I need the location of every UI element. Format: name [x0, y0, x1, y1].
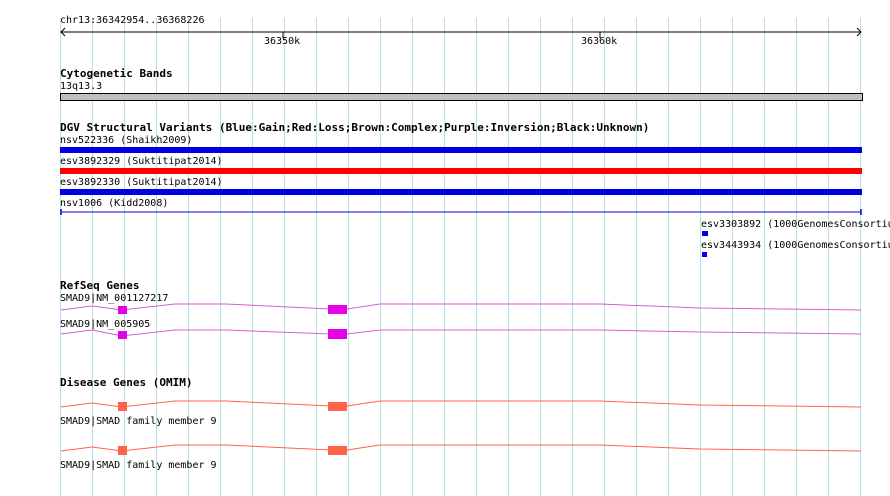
omim-gene-label: SMAD9|SMAD family member 9 [60, 416, 217, 427]
variant-label: nsv522336 (Shaikh2009) [60, 135, 193, 146]
refseq-title: RefSeq Genes [60, 279, 140, 292]
variant-bar-gain[interactable] [702, 231, 708, 236]
gridline [476, 18, 477, 496]
gridline [252, 18, 253, 496]
gridline [700, 18, 701, 496]
omim-title: Disease Genes (OMIM) [60, 376, 193, 389]
variant-label: esv3892330 (Suktitipat2014) [60, 177, 223, 188]
ruler-tick-label: 36350k [264, 36, 301, 47]
variant-label: esv3892329 (Suktitipat2014) [60, 156, 223, 167]
gridline [636, 18, 637, 496]
variant-bar-gain[interactable] [60, 147, 862, 153]
omim-gene-model[interactable] [0, 441, 890, 457]
gridline [828, 18, 829, 496]
gridline [860, 18, 861, 496]
omim-gene-label: SMAD9|SMAD family member 9 [60, 460, 217, 471]
gridline [604, 18, 605, 496]
variant-bar-gain-thin[interactable] [0, 208, 890, 218]
omim-gene-model[interactable] [0, 397, 890, 413]
gridline [348, 18, 349, 496]
gridline [380, 18, 381, 496]
variant-label: esv3303892 (1000GenomesConsortium [701, 219, 890, 230]
ruler-axis [60, 27, 862, 38]
variant-bar-gain[interactable] [702, 252, 707, 257]
variant-label: esv3443934 (1000GenomesConsortium [701, 240, 890, 251]
gridline [764, 18, 765, 496]
gridline [732, 18, 733, 496]
cytoband-bar[interactable] [60, 93, 863, 101]
gridline [316, 18, 317, 496]
gridline [220, 18, 221, 496]
dgv-title: DGV Structural Variants (Blue:Gain;Red:L… [60, 121, 650, 134]
gridline [412, 18, 413, 496]
variant-bar-loss[interactable] [60, 168, 862, 174]
gridline [508, 18, 509, 496]
gridline [444, 18, 445, 496]
cytogenetic-title: Cytogenetic Bands [60, 67, 173, 80]
gridline [284, 18, 285, 496]
variant-bar-gain[interactable] [60, 189, 862, 195]
gridline [540, 18, 541, 496]
gridline [668, 18, 669, 496]
cytoband-label: 13q13.3 [60, 81, 103, 92]
gridline [572, 18, 573, 496]
refseq-gene-model[interactable] [0, 298, 890, 318]
gridline [796, 18, 797, 496]
ruler-tick-label: 36360k [581, 36, 618, 47]
refseq-gene-model[interactable] [0, 324, 890, 344]
